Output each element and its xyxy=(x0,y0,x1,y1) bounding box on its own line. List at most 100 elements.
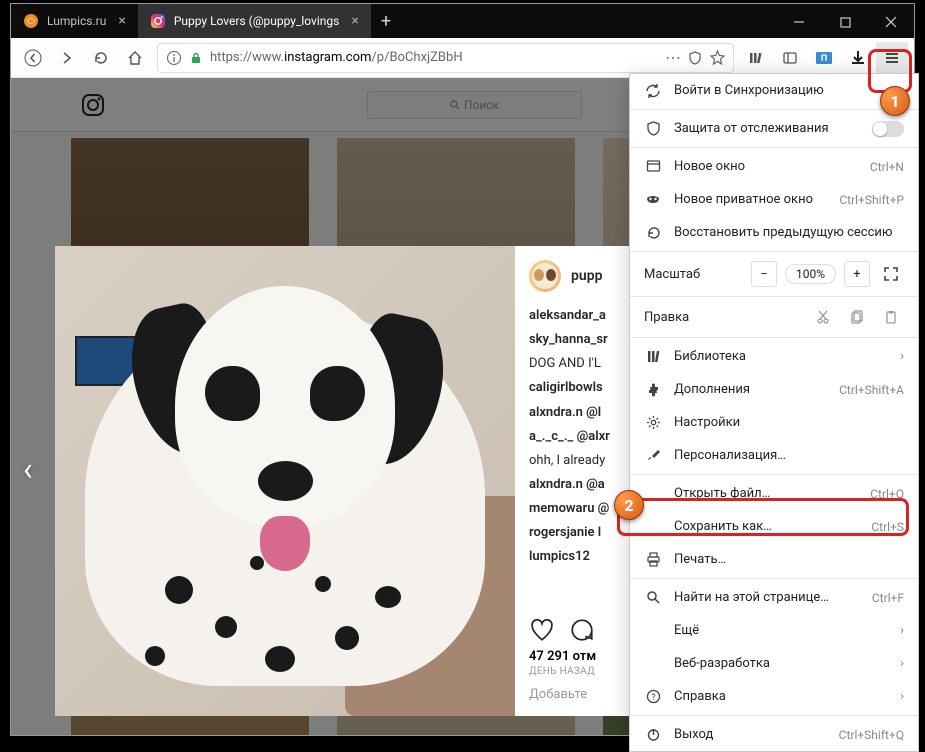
callout-2-badge: 2 xyxy=(614,490,644,520)
chevron-right-icon: › xyxy=(900,689,904,704)
hamburger-menu-button[interactable] xyxy=(876,42,908,74)
menu-addons[interactable]: Дополнения Ctrl+Shift+A xyxy=(630,373,918,406)
shield-icon[interactable] xyxy=(687,50,703,66)
post-actions xyxy=(529,617,630,643)
ext-translate-icon[interactable]: П xyxy=(808,42,840,74)
menu-restore-session[interactable]: Восстановить предыдущую сессию xyxy=(630,216,918,249)
post-author[interactable]: pupp xyxy=(529,260,630,292)
comment[interactable]: rogersjanie l xyxy=(529,523,630,543)
post-modal: pupp aleksandar_a sky_hanna_sr DOG AND I… xyxy=(55,246,630,716)
likes-count[interactable]: 47 291 отм xyxy=(529,649,630,664)
power-icon xyxy=(644,726,662,744)
menu-customize[interactable]: Персонализация… xyxy=(630,439,918,472)
ext-savefrom-icon[interactable] xyxy=(842,42,874,74)
tab-lumpics[interactable]: Lumpics.ru × xyxy=(11,4,138,38)
menu-zoom: Масштаб − 100% + xyxy=(630,254,918,294)
close-icon[interactable]: × xyxy=(351,13,358,29)
add-comment-input[interactable]: Добавьте xyxy=(529,687,630,702)
tab-title: Lumpics.ru xyxy=(47,14,106,28)
url-bar[interactable]: https://www.instagram.com/p/BoChxjZBbH ⋯ xyxy=(157,43,734,73)
zoom-out-button[interactable]: − xyxy=(751,261,777,287)
favicon-lumpics xyxy=(23,13,39,29)
svg-text:П: П xyxy=(821,54,827,64)
lock-icon xyxy=(188,50,204,66)
forward-button[interactable] xyxy=(51,42,83,74)
library-button[interactable] xyxy=(740,42,772,74)
favicon-instagram xyxy=(150,13,166,29)
tab-instagram[interactable]: Puppy Lovers (@puppy_lovings × xyxy=(138,4,371,38)
window-icon xyxy=(644,158,662,176)
gear-icon xyxy=(644,414,662,432)
comment[interactable]: alxndra.n @a xyxy=(529,475,630,495)
like-icon[interactable] xyxy=(529,617,555,643)
menu-find[interactable]: Найти на этой странице… Ctrl+F xyxy=(630,581,918,614)
zoom-in-button[interactable]: + xyxy=(844,261,870,287)
svg-text:?: ? xyxy=(651,693,655,703)
info-icon[interactable] xyxy=(166,50,182,66)
restore-icon xyxy=(644,224,662,242)
minimize-button[interactable] xyxy=(776,6,822,38)
comment[interactable]: sky_hanna_sr xyxy=(529,330,630,350)
page-action-icon[interactable]: ⋯ xyxy=(665,50,681,66)
back-button[interactable] xyxy=(17,42,49,74)
comment[interactable]: ohh, I already xyxy=(529,451,630,471)
maximize-button[interactable] xyxy=(822,6,868,38)
chevron-right-icon: › xyxy=(900,349,904,364)
menu-new-window[interactable]: Новое окно Ctrl+N xyxy=(630,150,918,183)
cut-button[interactable] xyxy=(810,304,836,330)
comment-icon[interactable] xyxy=(569,617,595,643)
print-icon xyxy=(644,551,662,569)
hamburger-menu: Войти в Синхронизацию Защита от отслежив… xyxy=(629,73,919,752)
menu-help[interactable]: ? Справка › xyxy=(630,680,918,713)
comments-list: aleksandar_a sky_hanna_sr DOG AND I'L ca… xyxy=(529,306,630,607)
sidebar-button[interactable] xyxy=(774,42,806,74)
comment[interactable]: aleksandar_a xyxy=(529,306,630,326)
close-icon[interactable]: × xyxy=(118,13,125,29)
menu-edit: Правка xyxy=(630,299,918,335)
reload-button[interactable] xyxy=(85,42,117,74)
menu-save-as[interactable]: Сохранить как… Ctrl+S xyxy=(630,510,918,543)
paste-button[interactable] xyxy=(878,304,904,330)
chevron-right-icon: › xyxy=(900,656,904,671)
zoom-level[interactable]: 100% xyxy=(785,264,836,284)
menu-open-file[interactable]: Открыть файл… Ctrl+O xyxy=(630,477,918,510)
menu-sync[interactable]: Войти в Синхронизацию xyxy=(630,74,918,107)
comment[interactable]: a_._c_._ @alxr xyxy=(529,427,630,447)
tracking-toggle[interactable] xyxy=(872,121,904,137)
callout-1-badge: 1 xyxy=(880,86,910,116)
avatar[interactable] xyxy=(529,260,561,292)
timestamp: ДЕНЬ НАЗАД xyxy=(529,666,630,677)
window-controls xyxy=(776,6,914,38)
new-tab-button[interactable]: + xyxy=(371,4,401,38)
post-sidebar: pupp aleksandar_a sky_hanna_sr DOG AND I… xyxy=(515,246,630,716)
copy-button[interactable] xyxy=(844,304,870,330)
menu-library[interactable]: Библиотека › xyxy=(630,340,918,373)
window-close-button[interactable] xyxy=(868,6,914,38)
menu-new-private[interactable]: Новое приватное окно Ctrl+Shift+P xyxy=(630,183,918,216)
fullscreen-button[interactable] xyxy=(878,261,904,287)
bookmark-icon[interactable] xyxy=(709,50,725,66)
username[interactable]: pupp xyxy=(571,268,602,284)
mask-icon xyxy=(644,191,662,209)
menu-print[interactable]: Печать… xyxy=(630,543,918,576)
shield-icon xyxy=(644,120,662,138)
toolbar: https://www.instagram.com/p/BoChxjZBbH ⋯… xyxy=(11,38,914,78)
comment[interactable]: DOG AND I'L xyxy=(529,354,630,374)
search-icon xyxy=(644,589,662,607)
comment[interactable]: lumpics12 xyxy=(529,547,630,567)
library-icon xyxy=(644,348,662,366)
comment[interactable]: alxndra.n @l xyxy=(529,403,630,423)
prev-arrow-button[interactable]: ‹ xyxy=(23,450,33,488)
sync-icon xyxy=(644,82,662,100)
menu-exit[interactable]: Выход Ctrl+Shift+Q xyxy=(630,718,918,751)
titlebar: Lumpics.ru × Puppy Lovers (@puppy_loving… xyxy=(11,4,914,38)
comment[interactable]: caligirlbowls xyxy=(529,378,630,398)
menu-more[interactable]: Ещё › xyxy=(630,614,918,647)
menu-webdev[interactable]: Веб-разработка › xyxy=(630,647,918,680)
post-image xyxy=(55,246,515,716)
url-text: https://www.instagram.com/p/BoChxjZBbH xyxy=(210,50,659,65)
home-button[interactable] xyxy=(119,42,151,74)
tab-title: Puppy Lovers (@puppy_lovings xyxy=(174,14,340,28)
menu-tracking[interactable]: Защита от отслеживания xyxy=(630,112,918,145)
menu-settings[interactable]: Настройки xyxy=(630,406,918,439)
